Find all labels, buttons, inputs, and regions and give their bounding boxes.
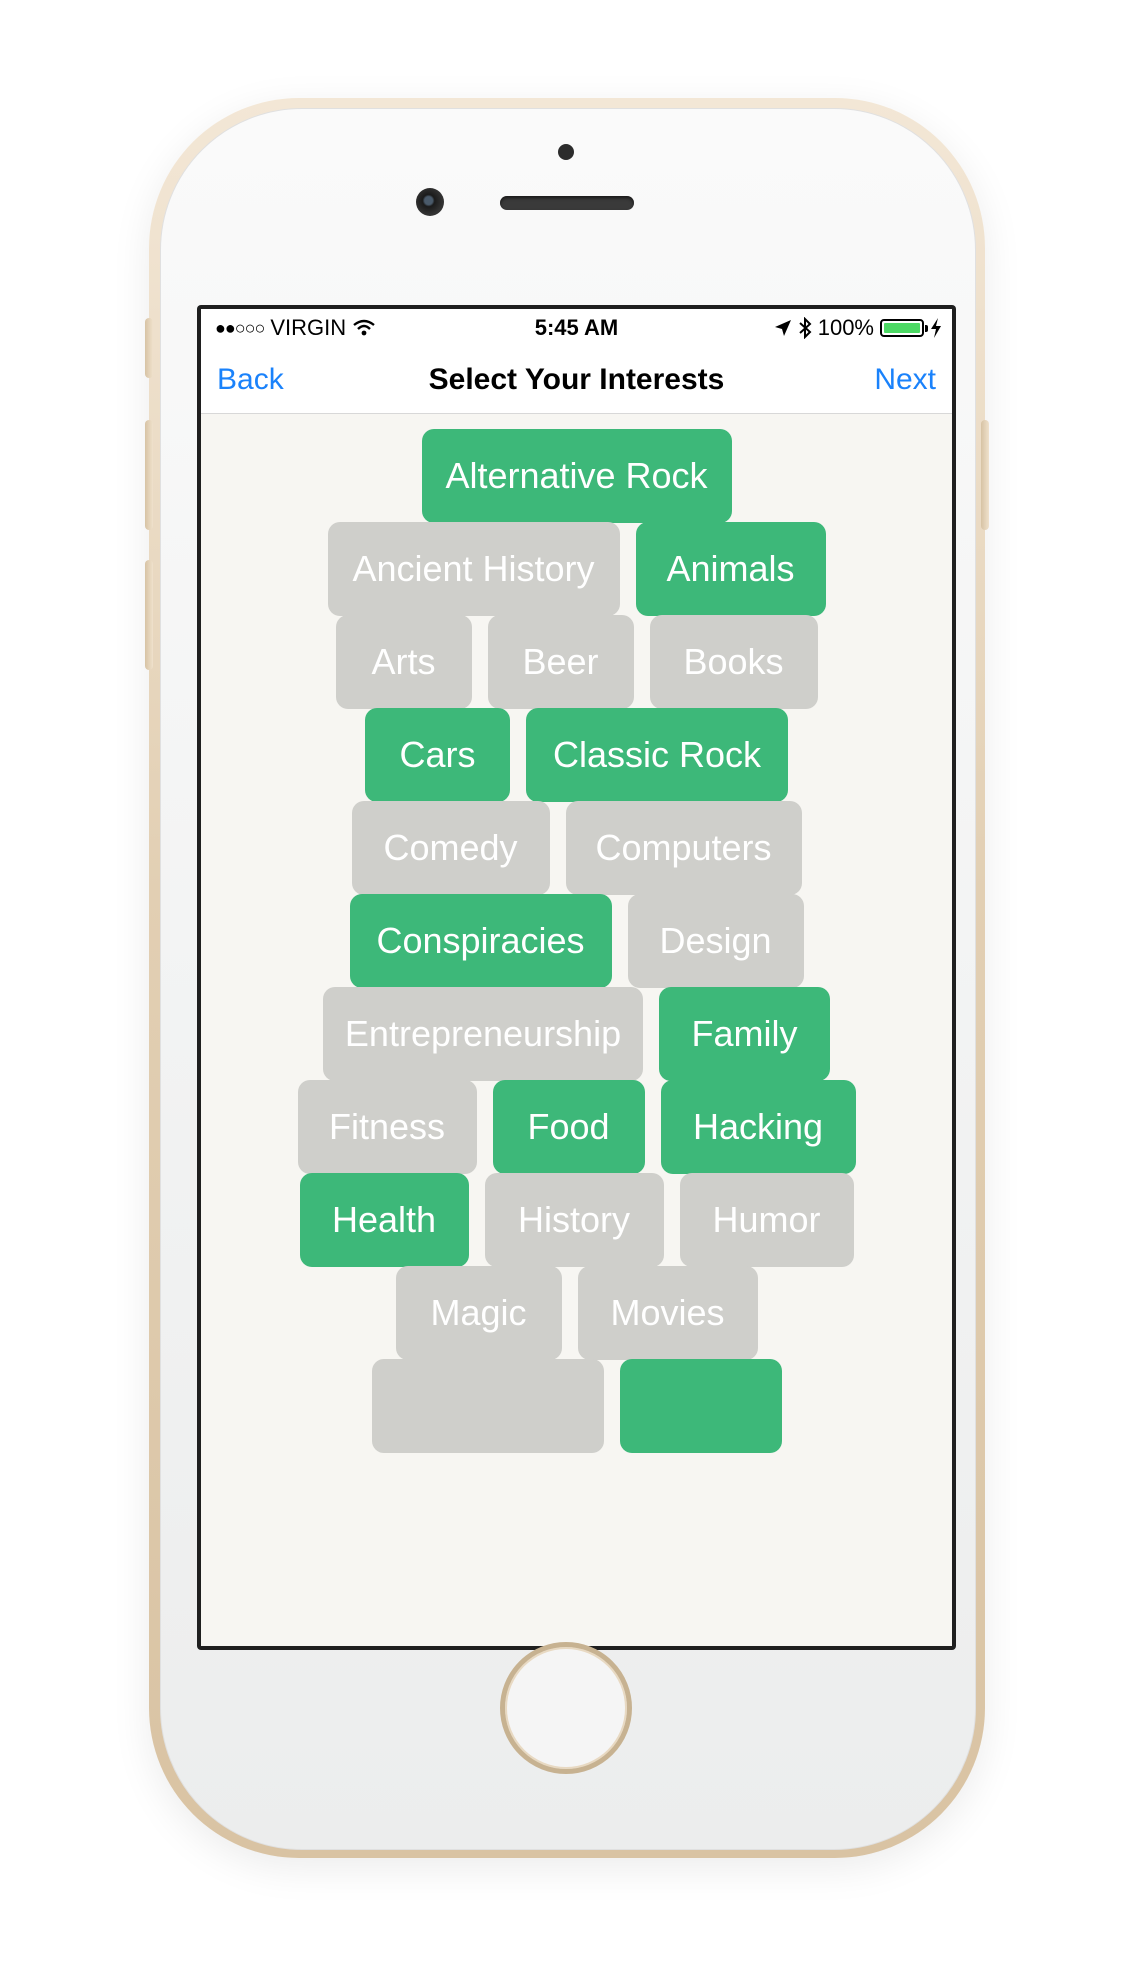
interest-chip-animals[interactable]: Animals [635, 522, 826, 616]
interest-row: Ancient History Animals [201, 522, 952, 616]
interest-list: Alternative Rock Ancient History Animals… [201, 413, 952, 1646]
volume-down-button [145, 560, 153, 670]
interest-chip-partial[interactable] [619, 1359, 782, 1453]
interest-chip-classic-rock[interactable]: Classic Rock [526, 708, 788, 802]
status-right: 100% [774, 315, 942, 341]
interest-chip-beer[interactable]: Beer [487, 615, 634, 709]
status-bar: ●●○○○ VIRGIN 5:45 AM 100% [201, 309, 952, 347]
interest-chip-hacking[interactable]: Hacking [660, 1080, 856, 1174]
interest-chip-arts[interactable]: Arts [335, 615, 472, 709]
screen: ●●○○○ VIRGIN 5:45 AM 100% Back Select Yo… [197, 305, 956, 1650]
interest-chip-comedy[interactable]: Comedy [351, 801, 550, 895]
interest-chip-history[interactable]: History [484, 1173, 664, 1267]
power-button [981, 420, 989, 530]
interest-row: Alternative Rock [201, 429, 952, 523]
interest-row: Fitness Food Hacking [201, 1080, 952, 1174]
interest-chip-computers[interactable]: Computers [565, 801, 802, 895]
app-screen: ●●○○○ VIRGIN 5:45 AM 100% Back Select Yo… [201, 309, 952, 1646]
page-title: Select Your Interests [428, 363, 725, 396]
bluetooth-icon [799, 317, 812, 339]
interest-row: Entrepreneurship Family [201, 987, 952, 1081]
charging-bolt-icon [931, 318, 941, 338]
front-camera-icon [416, 188, 444, 216]
interest-chip-alternative-rock[interactable]: Alternative Rock [421, 429, 732, 523]
interest-chip-entrepreneurship[interactable]: Entrepreneurship [323, 987, 643, 1081]
interest-chip-cars[interactable]: Cars [365, 708, 510, 802]
battery-icon [880, 319, 928, 337]
interest-chip-health[interactable]: Health [299, 1173, 469, 1267]
home-button[interactable] [500, 1642, 632, 1774]
next-button[interactable]: Next [874, 363, 936, 397]
interest-chip-conspiracies[interactable]: Conspiracies [349, 894, 612, 988]
interest-row: Comedy Computers [201, 801, 952, 895]
volume-up-button [145, 420, 153, 530]
interest-chip-humor[interactable]: Humor [679, 1173, 854, 1267]
battery-percent: 100% [817, 315, 874, 340]
interest-chip-ancient-history[interactable]: Ancient History [327, 522, 620, 616]
location-arrow-icon [774, 320, 791, 336]
interest-row: Magic Movies [201, 1266, 952, 1360]
interest-row: Arts Beer Books [201, 615, 952, 709]
earpiece-speaker [500, 196, 634, 210]
interest-chip-fitness[interactable]: Fitness [297, 1080, 477, 1174]
mute-switch [145, 318, 153, 378]
battery-fill [884, 323, 920, 333]
interest-chip-partial[interactable] [371, 1359, 604, 1453]
interest-chip-movies[interactable]: Movies [577, 1266, 758, 1360]
interest-row: Health History Humor [201, 1173, 952, 1267]
proximity-sensor [558, 144, 574, 160]
interest-chip-food[interactable]: Food [492, 1080, 645, 1174]
mockup-page: ●●○○○ VIRGIN 5:45 AM 100% Back Select Yo… [0, 0, 1123, 1962]
interest-chip-magic[interactable]: Magic [395, 1266, 562, 1360]
interest-row [201, 1359, 952, 1453]
interest-chip-family[interactable]: Family [659, 987, 830, 1081]
navigation-bar: Back Select Your Interests Next [201, 347, 952, 414]
interest-chip-design[interactable]: Design [627, 894, 804, 988]
interest-chip-books[interactable]: Books [649, 615, 818, 709]
interest-row: Cars Classic Rock [201, 708, 952, 802]
interest-row: Conspiracies Design [201, 894, 952, 988]
